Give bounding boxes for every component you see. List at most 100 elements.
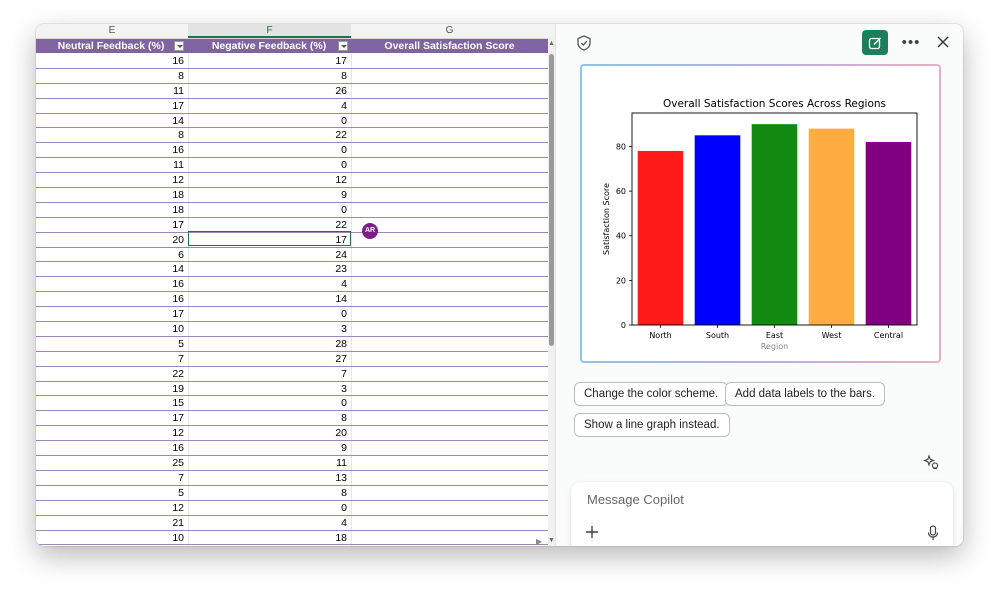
presence-avatar[interactable]: AR xyxy=(362,223,378,239)
cell-negative-feedback[interactable]: 8 xyxy=(188,411,351,425)
cell-neutral-feedback[interactable]: 7 xyxy=(36,352,188,366)
cell-neutral-feedback[interactable]: 15 xyxy=(36,396,188,410)
cell-neutral-feedback[interactable]: 12 xyxy=(36,173,188,187)
cell-negative-feedback[interactable]: 18 xyxy=(188,531,351,545)
scroll-right-icon[interactable]: ▶ xyxy=(536,537,542,546)
cell-negative-feedback[interactable]: 9 xyxy=(188,188,351,202)
mic-icon[interactable] xyxy=(927,525,941,541)
cell-negative-feedback[interactable]: 4 xyxy=(188,99,351,113)
bar-west xyxy=(808,128,855,325)
cell-negative-feedback[interactable]: 8 xyxy=(188,69,351,83)
scroll-up-icon[interactable]: ▲ xyxy=(548,40,555,48)
cell-negative-feedback[interactable]: 8 xyxy=(188,486,351,500)
cell-negative-feedback[interactable]: 26 xyxy=(188,84,351,98)
cell-neutral-feedback[interactable]: 5 xyxy=(36,486,188,500)
cell-neutral-feedback[interactable]: 25 xyxy=(36,456,188,470)
cell-neutral-feedback[interactable]: 11 xyxy=(36,158,188,172)
cell-negative-feedback[interactable]: 20 xyxy=(188,426,351,440)
cell-negative-feedback[interactable]: 17 xyxy=(188,233,351,247)
cell-negative-feedback[interactable]: 22 xyxy=(188,218,351,232)
cell-neutral-feedback[interactable]: 17 xyxy=(36,99,188,113)
header-neutral-feedback[interactable]: Neutral Feedback (%) xyxy=(36,39,186,53)
copilot-pane: ••• Overall Satisfaction Scores Across R… xyxy=(556,24,963,546)
cell-neutral-feedback[interactable]: 14 xyxy=(36,262,188,276)
cell-neutral-feedback[interactable]: 14 xyxy=(36,114,188,128)
cell-negative-feedback[interactable]: 23 xyxy=(188,262,351,276)
cell-neutral-feedback[interactable]: 22 xyxy=(36,367,188,381)
shield-icon[interactable] xyxy=(576,35,592,51)
cell-neutral-feedback[interactable]: 21 xyxy=(36,516,188,530)
cell-neutral-feedback[interactable]: 6 xyxy=(36,248,188,262)
bar-chart: Overall Satisfaction Scores Across Regio… xyxy=(602,98,918,351)
cell-negative-feedback[interactable]: 11 xyxy=(188,456,351,470)
cell-negative-feedback[interactable]: 17 xyxy=(188,54,351,68)
cell-negative-feedback[interactable]: 0 xyxy=(188,307,351,321)
filter-dropdown-icon[interactable] xyxy=(174,41,184,51)
suggestion-line-graph[interactable]: Show a line graph instead. xyxy=(574,413,730,437)
cell-neutral-feedback[interactable]: 11 xyxy=(36,84,188,98)
column-letter-e[interactable]: E xyxy=(36,24,188,38)
cell-neutral-feedback[interactable]: 17 xyxy=(36,411,188,425)
cell-neutral-feedback[interactable]: 16 xyxy=(36,441,188,455)
table-header-row: Neutral Feedback (%) Negative Feedback (… xyxy=(36,39,555,53)
cell-neutral-feedback[interactable]: 18 xyxy=(36,188,188,202)
cell-neutral-feedback[interactable]: 8 xyxy=(36,69,188,83)
cell-negative-feedback[interactable]: 13 xyxy=(188,471,351,485)
spreadsheet[interactable]: E F G Neutral Feedback (%) Negative Feed… xyxy=(36,24,555,546)
cell-negative-feedback[interactable]: 9 xyxy=(188,441,351,455)
header-negative-feedback[interactable]: Negative Feedback (%) xyxy=(188,39,350,53)
more-icon[interactable]: ••• xyxy=(901,32,921,52)
cell-negative-feedback[interactable]: 0 xyxy=(188,396,351,410)
cell-neutral-feedback[interactable]: 19 xyxy=(36,382,188,396)
scroll-down-icon[interactable]: ▼ xyxy=(548,537,555,545)
cell-negative-feedback[interactable]: 4 xyxy=(188,516,351,530)
cell-neutral-feedback[interactable]: 18 xyxy=(36,203,188,217)
cell-neutral-feedback[interactable]: 16 xyxy=(36,292,188,306)
cell-neutral-feedback[interactable]: 17 xyxy=(36,307,188,321)
column-letter-g[interactable]: G xyxy=(351,24,548,38)
cell-negative-feedback[interactable]: 24 xyxy=(188,248,351,262)
cell-negative-feedback[interactable]: 12 xyxy=(188,173,351,187)
cell-neutral-feedback[interactable]: 16 xyxy=(36,277,188,291)
cell-negative-feedback[interactable]: 3 xyxy=(188,322,351,336)
cell-negative-feedback[interactable]: 7 xyxy=(188,367,351,381)
column-letter-f[interactable]: F xyxy=(188,24,351,38)
cell-negative-feedback[interactable]: 4 xyxy=(188,277,351,291)
scrollbar-thumb[interactable] xyxy=(549,54,554,346)
cell-negative-feedback[interactable]: 0 xyxy=(188,143,351,157)
cell-neutral-feedback[interactable]: 12 xyxy=(36,426,188,440)
cell-negative-feedback[interactable]: 3 xyxy=(188,382,351,396)
cell-neutral-feedback[interactable]: 10 xyxy=(36,322,188,336)
header-overall-satisfaction[interactable]: Overall Satisfaction Score xyxy=(351,39,548,53)
cell-negative-feedback[interactable]: 22 xyxy=(188,128,351,142)
cell-neutral-feedback[interactable]: 12 xyxy=(36,501,188,515)
plus-icon[interactable] xyxy=(585,525,601,541)
suggestion-change-color[interactable]: Change the color scheme. xyxy=(574,382,729,406)
message-input[interactable]: Message Copilot xyxy=(587,492,684,507)
cell-neutral-feedback[interactable]: 5 xyxy=(36,337,188,351)
cell-negative-feedback[interactable]: 0 xyxy=(188,158,351,172)
cell-negative-feedback[interactable]: 27 xyxy=(188,352,351,366)
cell-neutral-feedback[interactable]: 20 xyxy=(36,233,188,247)
chart-card[interactable]: Overall Satisfaction Scores Across Regio… xyxy=(580,64,941,363)
sparkle-icon[interactable] xyxy=(922,454,939,470)
suggestion-add-labels[interactable]: Add data labels to the bars. xyxy=(725,382,886,406)
cell-negative-feedback[interactable]: 0 xyxy=(188,114,351,128)
cell-neutral-feedback[interactable]: 10 xyxy=(36,531,188,545)
cell-negative-feedback[interactable]: 14 xyxy=(188,292,351,306)
cell-neutral-feedback[interactable]: 7 xyxy=(36,471,188,485)
close-icon[interactable] xyxy=(933,32,953,52)
vertical-scrollbar[interactable]: ▲ ▼ xyxy=(548,38,555,546)
cell-negative-feedback[interactable]: 0 xyxy=(188,203,351,217)
message-composer[interactable]: Message Copilot xyxy=(571,482,953,546)
table-row: 17 0 xyxy=(36,307,548,323)
cell-negative-feedback[interactable]: 0 xyxy=(188,501,351,515)
cell-neutral-feedback[interactable]: 8 xyxy=(36,128,188,142)
table-row: 16 0 xyxy=(36,143,548,159)
cell-neutral-feedback[interactable]: 17 xyxy=(36,218,188,232)
filter-dropdown-icon[interactable] xyxy=(338,41,348,51)
cell-negative-feedback[interactable]: 28 xyxy=(188,337,351,351)
new-chat-button[interactable] xyxy=(862,30,888,55)
cell-neutral-feedback[interactable]: 16 xyxy=(36,143,188,157)
cell-neutral-feedback[interactable]: 16 xyxy=(36,54,188,68)
